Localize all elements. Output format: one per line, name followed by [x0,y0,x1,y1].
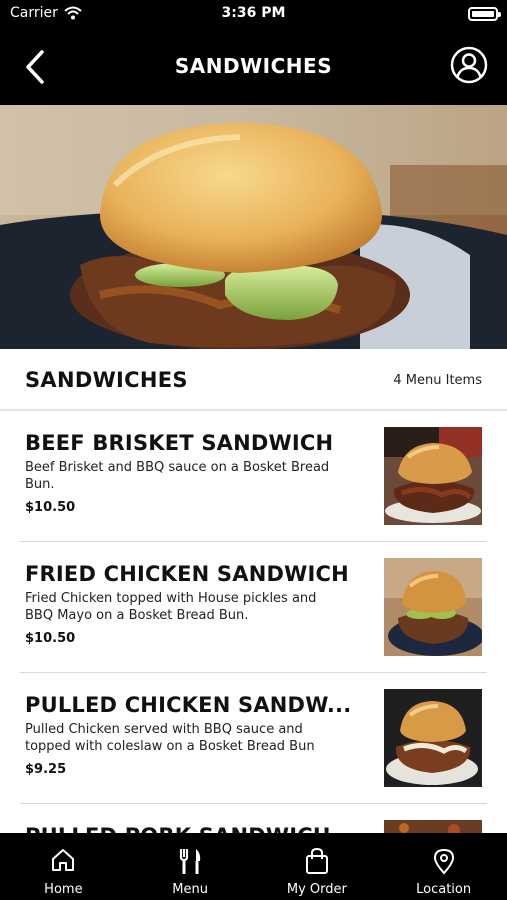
menu-item-price: $10.50 [25,500,76,515]
menu-item-description: Pulled Chicken served with BBQ sauce and… [25,722,315,754]
menu-item-price: $10.50 [25,631,76,646]
tab-location[interactable]: Location [380,833,507,900]
menu-item-name: BEEF BRISKET SANDWICH [25,431,334,455]
nav-bar: SANDWICHES [0,28,507,105]
menu-item-price: $9.25 [25,762,67,777]
battery-icon [468,7,501,21]
hero-image [0,105,507,349]
menu-item-list: BEEF BRISKET SANDWICH Beef Brisket and B… [0,411,507,833]
shopping-bag-icon [305,847,328,874]
menu-item-description: Fried Chicken topped with House pickles … [25,591,317,623]
menu-item-pulled-chicken[interactable]: PULLED CHICKEN SANDW... Pulled Chicken s… [0,673,507,804]
menu-item-name: FRIED CHICKEN SANDWICH [25,562,349,586]
menu-item-image [384,689,482,787]
menu-item-beef-brisket[interactable]: BEEF BRISKET SANDWICH Beef Brisket and B… [0,411,507,542]
tab-bar: Home Menu My Order Location [0,833,507,900]
tab-label: My Order [286,882,347,897]
tab-label: Home [44,882,83,897]
tab-home[interactable]: Home [0,833,127,900]
status-time: 3:36 PM [221,5,286,21]
tab-label: Menu [172,882,208,897]
menu-item-pulled-pork[interactable]: PULLED PORK SANDWICH [0,804,507,833]
page-title: SANDWICHES [174,54,333,78]
tab-label: Location [416,882,472,897]
menu-item-image [384,558,482,656]
section-title: SANDWICHES [25,368,188,392]
menu-item-name: PULLED PORK SANDWICH [25,824,355,833]
section-header: SANDWICHES 4 Menu Items [0,349,507,411]
menu-item-name: PULLED CHICKEN SANDW... [25,693,352,717]
menu-item-image [384,820,482,833]
map-pin-icon [433,848,454,875]
tab-menu[interactable]: Menu [127,833,254,900]
fork-knife-icon [180,849,201,874]
menu-item-image [384,427,482,525]
menu-item-description: Beef Brisket and BBQ sauce on a Bosket B… [25,460,330,492]
home-icon [52,849,75,871]
status-bar: Carrier 3:36 PM [0,0,507,28]
user-circle-icon[interactable] [449,45,489,85]
menu-item-count: 4 Menu Items [393,373,482,388]
tab-my-order[interactable]: My Order [254,833,381,900]
menu-item-fried-chicken[interactable]: FRIED CHICKEN SANDWICH Fried Chicken top… [0,542,507,673]
